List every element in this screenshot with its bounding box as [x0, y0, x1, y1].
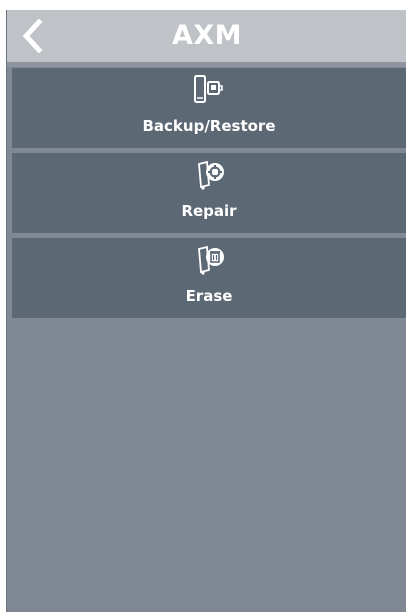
phone-backup-icon	[12, 74, 406, 106]
menu-item-label: Erase	[185, 287, 233, 305]
menu-list: Backup/Restore Repair Erase	[12, 68, 406, 323]
menu-item-label: Backup/Restore	[142, 117, 276, 135]
header-bar: AXM	[7, 10, 406, 62]
phone-repair-icon	[12, 159, 406, 191]
top-strip	[0, 0, 406, 10]
menu-item-erase[interactable]: Erase	[12, 238, 406, 318]
menu-item-repair[interactable]: Repair	[12, 153, 406, 233]
header-divider	[7, 62, 406, 67]
page-title: AXM	[171, 20, 243, 51]
menu-item-backup-restore[interactable]: Backup/Restore	[12, 68, 406, 148]
phone-erase-icon	[12, 244, 406, 276]
menu-item-label: Repair	[181, 202, 237, 220]
app-frame: AXM Backup/Restore Repair Erase	[6, 10, 406, 612]
